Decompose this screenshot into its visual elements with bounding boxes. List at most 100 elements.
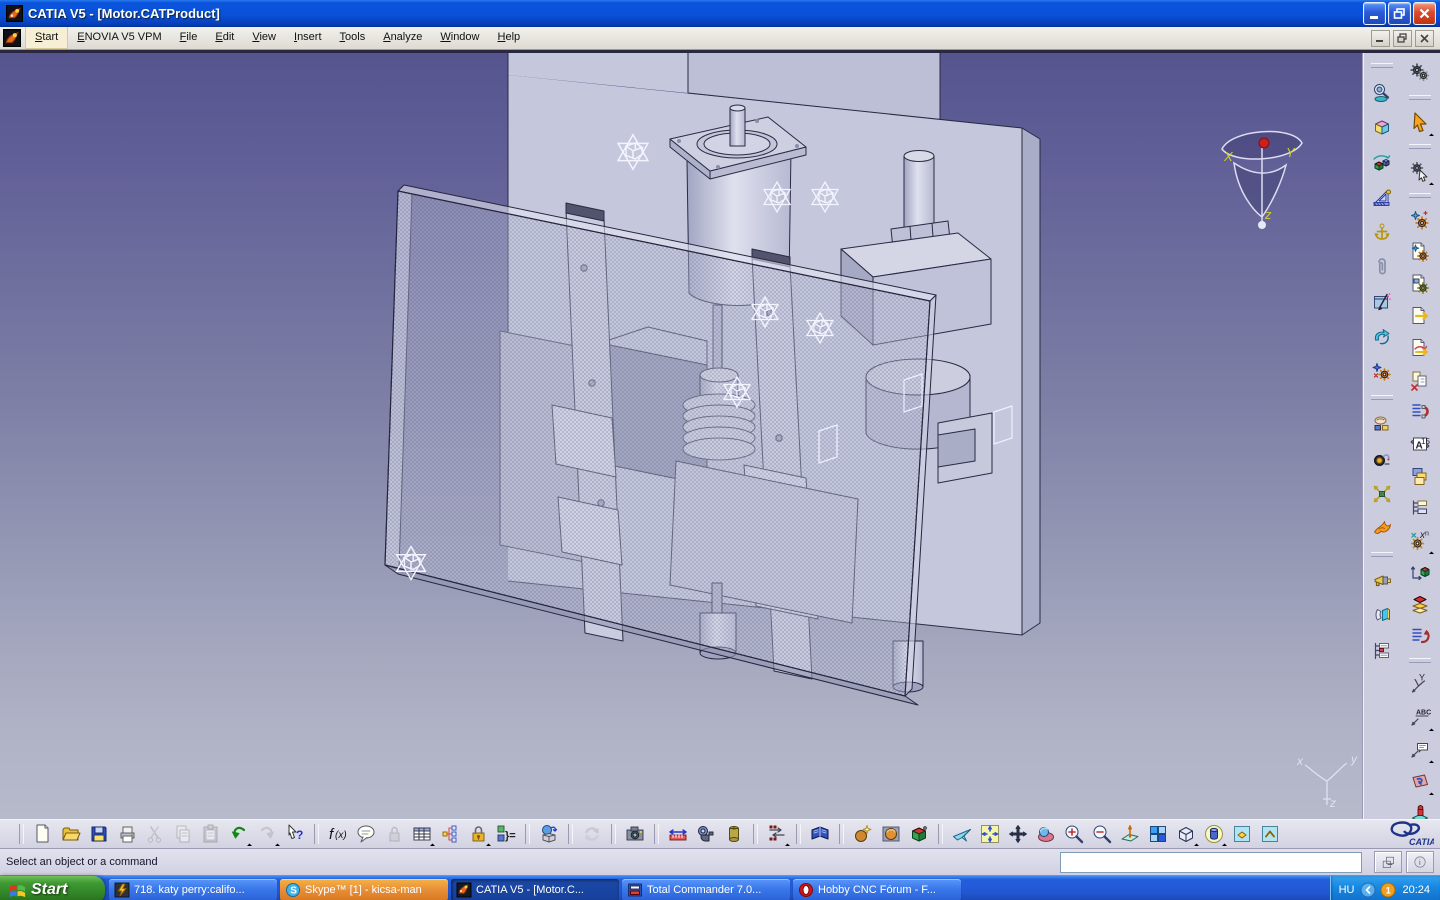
new-product-button[interactable]	[1405, 269, 1435, 299]
view-compass[interactable]: X Y z	[1222, 132, 1302, 229]
whats-this-button[interactable]: ?	[281, 821, 309, 847]
sectioning-button[interactable]	[1405, 766, 1435, 796]
design-table-button[interactable]	[408, 821, 436, 847]
swap-update-button[interactable]	[1367, 320, 1397, 353]
hide-tray-icons-button[interactable]	[1360, 882, 1376, 898]
smart-update-button[interactable]	[1405, 205, 1435, 235]
skype-notify-icon[interactable]: 1	[1380, 882, 1396, 898]
mass-properties-button[interactable]	[720, 821, 748, 847]
menu-item-enovia-v5-vpm[interactable]: ENOVIA V5 VPM	[68, 27, 170, 49]
normal-view-button[interactable]	[1116, 821, 1144, 847]
menu-item-edit[interactable]: Edit	[206, 27, 243, 49]
close-button[interactable]	[1413, 2, 1436, 25]
command-input[interactable]	[1060, 852, 1362, 873]
mdi-minimize-button[interactable]	[1371, 30, 1390, 47]
keyboard-language-indicator[interactable]: HU	[1339, 884, 1355, 896]
isometric-view-button[interactable]	[1172, 821, 1200, 847]
attach-button[interactable]	[1367, 250, 1397, 283]
undo-button[interactable]	[225, 821, 253, 847]
tree-list-button[interactable]	[1405, 493, 1435, 523]
restore-button[interactable]	[1388, 2, 1411, 25]
flyout-arrow-icon[interactable]	[247, 841, 252, 846]
flyout-arrow-icon[interactable]	[1429, 758, 1434, 763]
flag-note-button[interactable]	[1405, 734, 1435, 764]
menu-item-view[interactable]: View	[243, 27, 285, 49]
window-cascade-button[interactable]	[1405, 461, 1435, 491]
taskbar-task-opera[interactable]: Hobby CNC Fórum - F...	[793, 879, 961, 900]
zoom-in-button[interactable]	[1060, 821, 1088, 847]
open-button[interactable]	[57, 821, 85, 847]
select-button[interactable]	[1405, 107, 1435, 137]
sketch-board-button[interactable]	[1367, 285, 1397, 318]
compass-manipulation-handle[interactable]	[1259, 138, 1269, 148]
relations-button[interactable]	[436, 821, 464, 847]
cut-button[interactable]	[141, 821, 169, 847]
menu-item-tools[interactable]: Tools	[331, 27, 375, 49]
move-component-button[interactable]	[1367, 145, 1397, 178]
flyout-arrow-icon[interactable]	[1429, 131, 1434, 136]
taskbar-task-totalcmd[interactable]: Total Commander 7.0...	[622, 879, 790, 900]
taskbar-task-winamp[interactable]: 718. katy perry:califo...	[109, 879, 277, 900]
menu-item-file[interactable]: File	[171, 27, 207, 49]
selection-sets-button[interactable]	[1405, 397, 1435, 427]
swap-visible-space-button[interactable]	[1256, 821, 1284, 847]
import-document-button[interactable]	[1405, 333, 1435, 363]
copy-button[interactable]	[169, 821, 197, 847]
measure-between-button[interactable]	[664, 821, 692, 847]
minimize-button[interactable]	[1363, 2, 1386, 25]
taskbar-task-catia[interactable]: CATIA V5 - [Motor.C...	[451, 879, 619, 900]
apply-material-button[interactable]	[849, 821, 877, 847]
axis-system-button[interactable]	[1405, 557, 1435, 587]
pan-button[interactable]	[1004, 821, 1032, 847]
manipulation-button[interactable]	[1367, 407, 1397, 440]
menu-item-start[interactable]: Start	[25, 27, 68, 49]
product-node-button[interactable]	[1367, 110, 1397, 143]
3d-viewport[interactable]: X Y z x y z	[0, 53, 1363, 819]
knowledge-browser-button[interactable]	[352, 821, 380, 847]
structure-tree-button[interactable]	[1367, 634, 1397, 667]
menu-item-window[interactable]: Window	[431, 27, 488, 49]
flyout-arrow-icon[interactable]	[1222, 841, 1227, 846]
instantiate-pattern-button[interactable]: xn	[1405, 525, 1435, 555]
catalog-browser-button[interactable]	[806, 821, 834, 847]
paste-special-button[interactable]	[1405, 365, 1435, 395]
redo-button[interactable]	[253, 821, 281, 847]
explode-button[interactable]	[1367, 477, 1397, 510]
flyout-arrow-icon[interactable]	[430, 841, 435, 846]
flyout-arrow-icon[interactable]	[1429, 726, 1434, 731]
select-gear-button[interactable]	[1405, 156, 1435, 186]
flyout-arrow-icon[interactable]	[785, 841, 790, 846]
formula-button[interactable]: f(x)	[324, 821, 352, 847]
menu-item-insert[interactable]: Insert	[285, 27, 331, 49]
snap-button[interactable]	[1367, 442, 1397, 475]
fit-all-in-button[interactable]	[976, 821, 1004, 847]
fly-bird-button[interactable]	[1367, 512, 1397, 545]
update-all-button[interactable]	[1405, 58, 1435, 88]
lock-parameters-button[interactable]	[464, 821, 492, 847]
smart-constraint-button[interactable]	[1367, 355, 1397, 388]
flyout-arrow-icon[interactable]	[1429, 549, 1434, 554]
motor-assembly-model[interactable]	[385, 53, 1040, 705]
fly-through-button[interactable]	[1367, 75, 1397, 108]
list-report-button[interactable]	[1405, 621, 1435, 651]
shading-mode-button[interactable]	[1200, 821, 1228, 847]
measure-y-button[interactable]: Y	[1405, 670, 1435, 700]
flyout-arrow-icon[interactable]	[1429, 790, 1434, 795]
start-button[interactable]: Start	[0, 876, 105, 900]
constraints-button[interactable]	[763, 821, 791, 847]
paste-button[interactable]	[197, 821, 225, 847]
flyout-arrow-icon[interactable]	[486, 841, 491, 846]
broadcast-button[interactable]	[1367, 564, 1397, 597]
power-input-button[interactable]: i	[1406, 851, 1434, 873]
mdi-restore-button[interactable]	[1393, 30, 1412, 47]
zoom-out-button[interactable]	[1088, 821, 1116, 847]
knowledge-lock-button[interactable]	[380, 821, 408, 847]
multi-view-button[interactable]	[1144, 821, 1172, 847]
print-button[interactable]	[113, 821, 141, 847]
clock[interactable]: 20:24	[1402, 884, 1430, 896]
menu-item-help[interactable]: Help	[489, 27, 530, 49]
update-button[interactable]	[535, 821, 563, 847]
measure-setsquare-button[interactable]	[1367, 180, 1397, 213]
rotate-button[interactable]	[1032, 821, 1060, 847]
text-annotation-button[interactable]: ABC	[1405, 702, 1435, 732]
